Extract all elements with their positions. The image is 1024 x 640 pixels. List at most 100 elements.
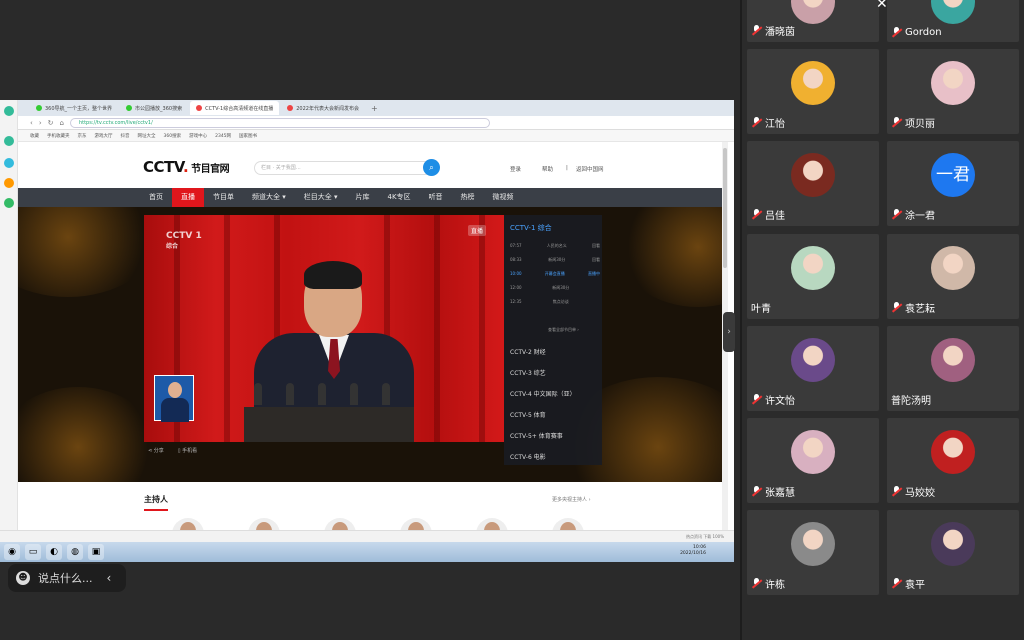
site-search-input[interactable]: 栏目 · 关于我国…	[254, 161, 432, 175]
help-link[interactable]: 帮助	[542, 165, 553, 173]
bookmark-item[interactable]: 360搜索	[164, 133, 182, 139]
program-row[interactable]: 08:33 新闻30分 回看	[510, 257, 600, 263]
participant-avatar	[931, 61, 975, 106]
participant-name: 江怡	[765, 119, 785, 131]
bookmark-item[interactable]: 京东	[78, 133, 87, 139]
panel-divider	[740, 0, 742, 640]
participant-avatar	[931, 430, 975, 474]
search-icon[interactable]: ⌕	[423, 159, 440, 176]
bookmark-item[interactable]: 网址大全	[138, 133, 156, 139]
program-row[interactable]: 07:57 人民的名义 回看	[510, 243, 600, 249]
browser-tab-active[interactable]: CCTV-1综合高清频道在线直播	[190, 101, 280, 115]
url-input[interactable]: https://tv.cctv.com/live/cctv1/	[69, 117, 490, 128]
bookmark-item[interactable]: 抖音	[121, 133, 130, 139]
rail-app-icon[interactable]	[4, 106, 14, 116]
more-programs-link[interactable]: 查看全部节目单 ›	[548, 327, 579, 333]
rail-app-icon[interactable]	[4, 198, 14, 208]
browser-tab[interactable]: 360导航_一个主页，整个世界	[30, 101, 118, 115]
participant-name: 许文怡	[765, 395, 795, 407]
participant-tile[interactable]: 项贝丽	[887, 49, 1019, 135]
participant-avatar	[931, 522, 975, 567]
nav-item[interactable]: 热榜	[452, 188, 484, 207]
tab-favicon-icon	[126, 105, 133, 111]
bookmark-item[interactable]: 手机收藏夹	[47, 133, 70, 139]
participant-tile[interactable]: 袁平	[887, 510, 1019, 596]
new-tab-icon[interactable]: +	[371, 104, 378, 113]
nav-item[interactable]: 栏目大全 ▾	[295, 188, 347, 207]
mic-muted-icon	[891, 117, 902, 128]
participant-tile[interactable]: 张嘉慧	[747, 418, 879, 503]
live-video[interactable]: CCTV 1 综合 直播	[144, 215, 504, 442]
close-icon[interactable]: ✕	[876, 0, 888, 12]
folder-icon[interactable]: ▭	[25, 544, 41, 560]
nav-item[interactable]: 频道大全 ▾	[243, 188, 295, 207]
browser-icon[interactable]: ◐	[46, 544, 62, 560]
more-hosts-link[interactable]: 更多央视主持人 ›	[552, 496, 591, 503]
meeting-app-icon[interactable]: ▣	[88, 544, 104, 560]
participant-tile[interactable]: 普陀汤明	[887, 325, 1019, 411]
microphone	[382, 383, 390, 405]
cctv-page: CCTV. 节目官网 栏目 · 关于我国… ⌕ 登录 帮助 | 返回中国网 首页 …	[18, 142, 728, 550]
bookmark-item[interactable]: 国家图书	[239, 133, 257, 139]
chat-input[interactable]: ☻ 说点什么... ‹	[8, 564, 126, 592]
return-link[interactable]: 返回中国网	[576, 165, 604, 173]
channel-item[interactable]: CCTV-4 中文国际（亚）	[510, 389, 576, 398]
nav-item[interactable]: 首页	[140, 188, 172, 207]
taskbar-clock[interactable]: 10:06 2022/10/16	[680, 545, 706, 557]
login-link[interactable]: 登录	[510, 165, 521, 173]
participant-tile[interactable]: Gordon	[887, 0, 1019, 42]
microphone	[254, 383, 262, 405]
nav-item[interactable]: 4K专区	[379, 188, 420, 207]
cctv-logo[interactable]: CCTV. 节目官网	[143, 158, 230, 176]
participant-tile[interactable]: 江怡	[747, 49, 879, 135]
participant-tile[interactable]: 叶青	[747, 233, 879, 319]
nav-item-live[interactable]: 直播	[172, 188, 204, 207]
participant-namebar: 袁平	[891, 576, 925, 591]
channel-item[interactable]: CCTV-5 体育	[510, 410, 546, 419]
channel-item[interactable]: CCTV-5+ 体育赛事	[510, 431, 563, 440]
mobile-watch-button[interactable]: ▯ 手机看	[178, 447, 197, 454]
participant-tile[interactable]: 吕佳	[747, 141, 879, 227]
bookmark-item[interactable]: 游戏中心	[189, 133, 207, 139]
scrollbar-thumb[interactable]	[723, 148, 727, 268]
bookmark-item[interactable]: 收藏	[30, 133, 39, 139]
channel-item[interactable]: CCTV-3 综艺	[510, 368, 546, 377]
forward-icon[interactable]: ›	[39, 119, 42, 127]
refresh-icon[interactable]: ↻	[48, 119, 54, 127]
participant-tile[interactable]: 马姣姣	[887, 418, 1019, 503]
channel-item[interactable]: CCTV-2 财经	[510, 347, 546, 356]
program-row[interactable]: 12:00 新闻30分	[510, 285, 600, 291]
participant-tile[interactable]: 许栋	[747, 510, 879, 596]
collapse-chevron-icon[interactable]: ‹	[107, 571, 112, 585]
browser-tab[interactable]: 2022年代表大会新闻发布会	[281, 101, 365, 115]
participant-tile[interactable]: 一君 涂一君	[887, 141, 1019, 227]
participant-name: 马姣姣	[905, 488, 935, 499]
wechat-icon[interactable]: ◍	[67, 544, 83, 560]
program-row[interactable]: 12:35 焦点访谈	[510, 299, 600, 305]
participant-tile[interactable]: 潘晓茵	[747, 0, 879, 42]
rail-app-icon[interactable]	[4, 136, 14, 146]
participant-namebar: 马姣姣	[891, 484, 935, 499]
rail-app-icon[interactable]	[4, 158, 14, 168]
smiley-icon[interactable]: ☻	[16, 571, 30, 585]
start-icon[interactable]: ◉	[4, 544, 20, 560]
browser-tab[interactable]: 市公园播放_360搜索	[120, 101, 188, 115]
nav-item[interactable]: 节目单	[204, 188, 243, 207]
participant-tile[interactable]: 袁艺耘	[887, 233, 1019, 319]
rail-app-icon[interactable]	[4, 178, 14, 188]
bookmark-item[interactable]: 2345网	[215, 133, 231, 139]
shared-screen: 360导航_一个主页，整个世界 市公园播放_360搜索 CCTV-1综合高清频道…	[0, 100, 734, 562]
participant-name: 项贝丽	[905, 119, 935, 131]
home-icon[interactable]: ⌂	[60, 119, 64, 127]
panel-collapse-chevron-icon[interactable]: ›	[723, 312, 735, 352]
program-row-current[interactable]: 10:00 开幕会直播 直播中	[510, 271, 600, 277]
bookmark-item[interactable]: 游戏大厅	[95, 133, 113, 139]
channel-item[interactable]: CCTV-6 电影	[510, 452, 546, 461]
nav-item[interactable]: 片库	[347, 188, 379, 207]
nav-item[interactable]: 听音	[420, 188, 452, 207]
back-icon[interactable]: ‹	[30, 119, 33, 127]
share-button[interactable]: ⋖ 分享	[148, 447, 164, 454]
nav-item[interactable]: 微视频	[484, 188, 523, 207]
participant-tile[interactable]: 许文怡	[747, 325, 879, 411]
microphone	[318, 383, 326, 405]
